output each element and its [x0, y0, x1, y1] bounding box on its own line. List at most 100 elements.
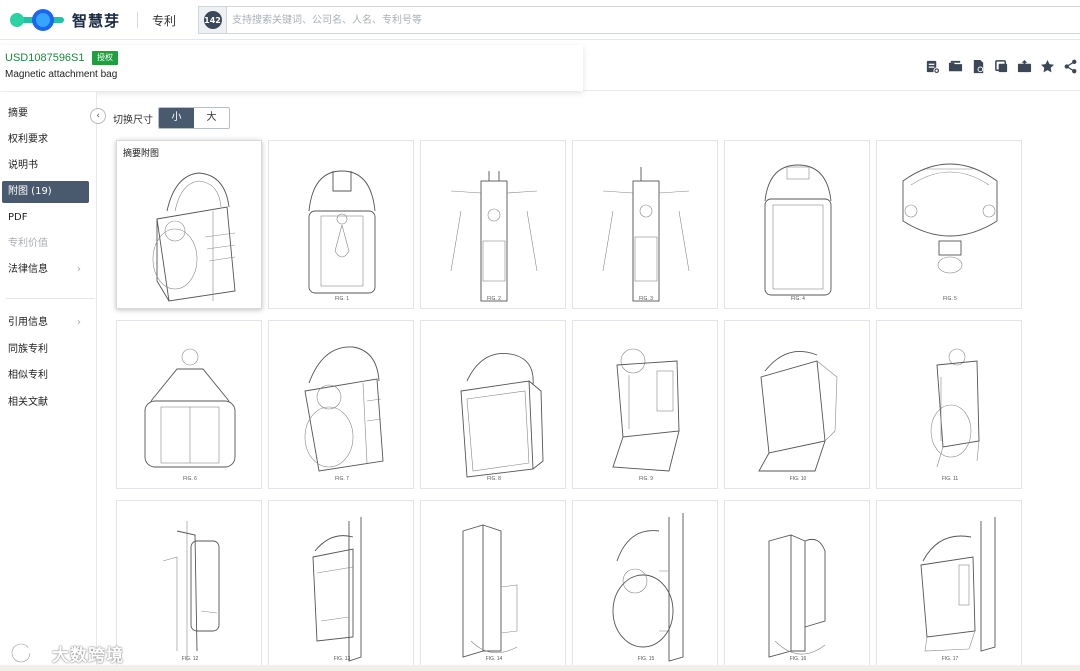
- watermark-text: 大数跨境: [52, 645, 124, 666]
- sidebar-item-label: 相似专利: [8, 370, 48, 381]
- collapse-sidebar-button[interactable]: ‹: [90, 108, 106, 124]
- folder-icon[interactable]: [948, 59, 963, 74]
- sidebar-nav: 摘要 权利要求 说明书 附图 (19) PDF 专利价值 法律信息 › 引用信息 ›…: [0, 92, 97, 671]
- patent-drawing-image: [462, 524, 518, 658]
- pdf-download-icon[interactable]: [971, 59, 986, 74]
- search-count-badge: 142: [203, 11, 222, 29]
- logo-mark-icon: [8, 7, 68, 33]
- drawing-thumbnail[interactable]: FIG. 16: [724, 500, 870, 669]
- sidebar-item-label: 摘要: [8, 108, 28, 119]
- chevron-right-icon: ›: [77, 317, 81, 328]
- sidebar-item-label: 说明书: [8, 160, 38, 171]
- figure-caption: FIG. 10: [789, 476, 807, 482]
- drawing-thumbnail[interactable]: FIG. 14: [420, 500, 566, 669]
- size-toggle-label: 切换尺寸: [113, 115, 153, 126]
- figure-caption: FIG. 1: [335, 296, 349, 302]
- drawing-thumbnail[interactable]: FIG. 10: [724, 320, 870, 489]
- patent-drawing-image: [758, 351, 838, 472]
- drawing-thumbnail[interactable]: FIG. 3: [572, 140, 718, 309]
- drawing-thumbnail[interactable]: FIG. 6: [116, 320, 262, 489]
- brand-logo[interactable]: 智慧芽: [8, 6, 120, 34]
- sidebar-divider: [6, 298, 95, 299]
- drawing-thumbnail[interactable]: FIG. 11: [876, 320, 1022, 489]
- share-icon[interactable]: [1063, 59, 1078, 74]
- status-badge: 授权: [92, 51, 118, 65]
- size-large-button[interactable]: 大: [194, 108, 229, 128]
- sidebar-item-claims[interactable]: 权利要求: [2, 129, 89, 151]
- drawing-thumbnail[interactable]: FIG. 7: [268, 320, 414, 489]
- patent-drawing-image: [144, 348, 236, 468]
- sidebar-item-label: 相关文献: [8, 397, 48, 408]
- search-input[interactable]: [232, 11, 832, 29]
- sidebar-item-label: 法律信息: [8, 264, 48, 275]
- patent-drawing-image: [460, 353, 544, 478]
- chevron-left-icon: ‹: [96, 111, 100, 121]
- sidebar-item-legal-info[interactable]: 法律信息 ›: [2, 259, 89, 281]
- sidebar-item-abstract[interactable]: 摘要: [2, 103, 89, 125]
- figure-caption: FIG. 13: [333, 656, 351, 662]
- sidebar-item-label: PDF: [8, 212, 28, 223]
- figure-caption: FIG. 6: [183, 476, 197, 482]
- patent-drawing-image: [902, 163, 998, 274]
- figure-caption: FIG. 7: [335, 476, 349, 482]
- size-small-button[interactable]: 小: [159, 108, 194, 128]
- drawing-thumbnail[interactable]: FIG. 9: [572, 320, 718, 489]
- copy-icon[interactable]: [994, 59, 1009, 74]
- patent-drawing-image: [304, 346, 384, 472]
- search-box[interactable]: 142: [198, 6, 1080, 34]
- sidebar-item-label: 权利要求: [8, 134, 48, 145]
- section-label[interactable]: 专利: [152, 12, 176, 29]
- patent-title: Magnetic attachment bag: [5, 69, 118, 80]
- patent-drawing-image: [308, 170, 376, 294]
- drawing-thumbnail[interactable]: FIG. 4: [724, 140, 870, 309]
- sidebar-item-label: 引用信息: [8, 317, 48, 328]
- drawing-thumbnail[interactable]: FIG. 5: [876, 140, 1022, 309]
- patent-drawing-image: [152, 172, 236, 302]
- search-count-wrap[interactable]: 142: [199, 7, 227, 33]
- sidebar-item-label: 附图 (19): [8, 186, 52, 197]
- logo-text: 智慧芽: [72, 11, 121, 30]
- image-export-icon[interactable]: [1017, 59, 1032, 74]
- drawing-thumbnail[interactable]: FIG. 13: [268, 500, 414, 669]
- patent-drawing-image: [612, 348, 680, 472]
- sidebar-item-citations[interactable]: 引用信息 ›: [2, 312, 89, 334]
- sidebar-item-description[interactable]: 说明书: [2, 155, 89, 177]
- patent-drawing-image: [768, 534, 826, 658]
- figure-caption: FIG. 4: [791, 296, 805, 302]
- sidebar-item-related-docs[interactable]: 相关文献: [2, 392, 89, 414]
- drawing-thumbnail[interactable]: FIG. 8: [420, 320, 566, 489]
- drawing-thumbnail[interactable]: FIG. 15: [572, 500, 718, 669]
- figure-caption: FIG. 17: [941, 656, 959, 662]
- header-toolbar: [925, 59, 1078, 74]
- watermark: 大数跨境: [10, 640, 124, 666]
- top-divider: [137, 12, 138, 28]
- sidebar-item-pdf[interactable]: PDF: [2, 207, 89, 229]
- drawing-thumbnail[interactable]: FIG. 12: [116, 500, 262, 669]
- patent-title-card: USD1087596S1 授权 Magnetic attachment bag: [0, 45, 583, 91]
- sidebar-item-family[interactable]: 同族专利: [2, 339, 89, 361]
- sidebar-item-label: 同族专利: [8, 344, 48, 355]
- figure-caption: FIG. 14: [485, 656, 503, 662]
- featured-caption: 摘要附图: [123, 149, 160, 159]
- figure-caption: FIG. 15: [637, 656, 655, 662]
- add-note-icon[interactable]: [925, 59, 940, 74]
- sidebar-item-similar[interactable]: 相似专利: [2, 365, 89, 387]
- chevron-right-icon: ›: [77, 264, 81, 275]
- drawing-thumbnail[interactable]: FIG. 1: [268, 140, 414, 309]
- bottom-strip: [0, 665, 1080, 671]
- patent-drawing-image: [764, 164, 832, 296]
- figure-caption: FIG. 8: [487, 476, 501, 482]
- top-bar: 智慧芽 专利 142: [0, 0, 1080, 40]
- patent-drawing-image: [930, 348, 980, 468]
- patent-drawing-image: [612, 513, 684, 662]
- sidebar-item-label: 专利价值: [8, 238, 48, 249]
- featured-drawing[interactable]: 摘要附图: [116, 140, 262, 309]
- drawing-thumbnail[interactable]: FIG. 17: [876, 500, 1022, 669]
- size-toggle: 小 大: [158, 107, 230, 129]
- sidebar-item-drawings[interactable]: 附图 (19): [2, 181, 89, 203]
- drawing-thumbnail[interactable]: FIG. 2: [420, 140, 566, 309]
- patent-number[interactable]: USD1087596S1: [5, 52, 85, 64]
- patent-drawing-image: [450, 171, 538, 302]
- figure-caption: FIG. 3: [639, 296, 653, 302]
- star-icon[interactable]: [1040, 59, 1055, 74]
